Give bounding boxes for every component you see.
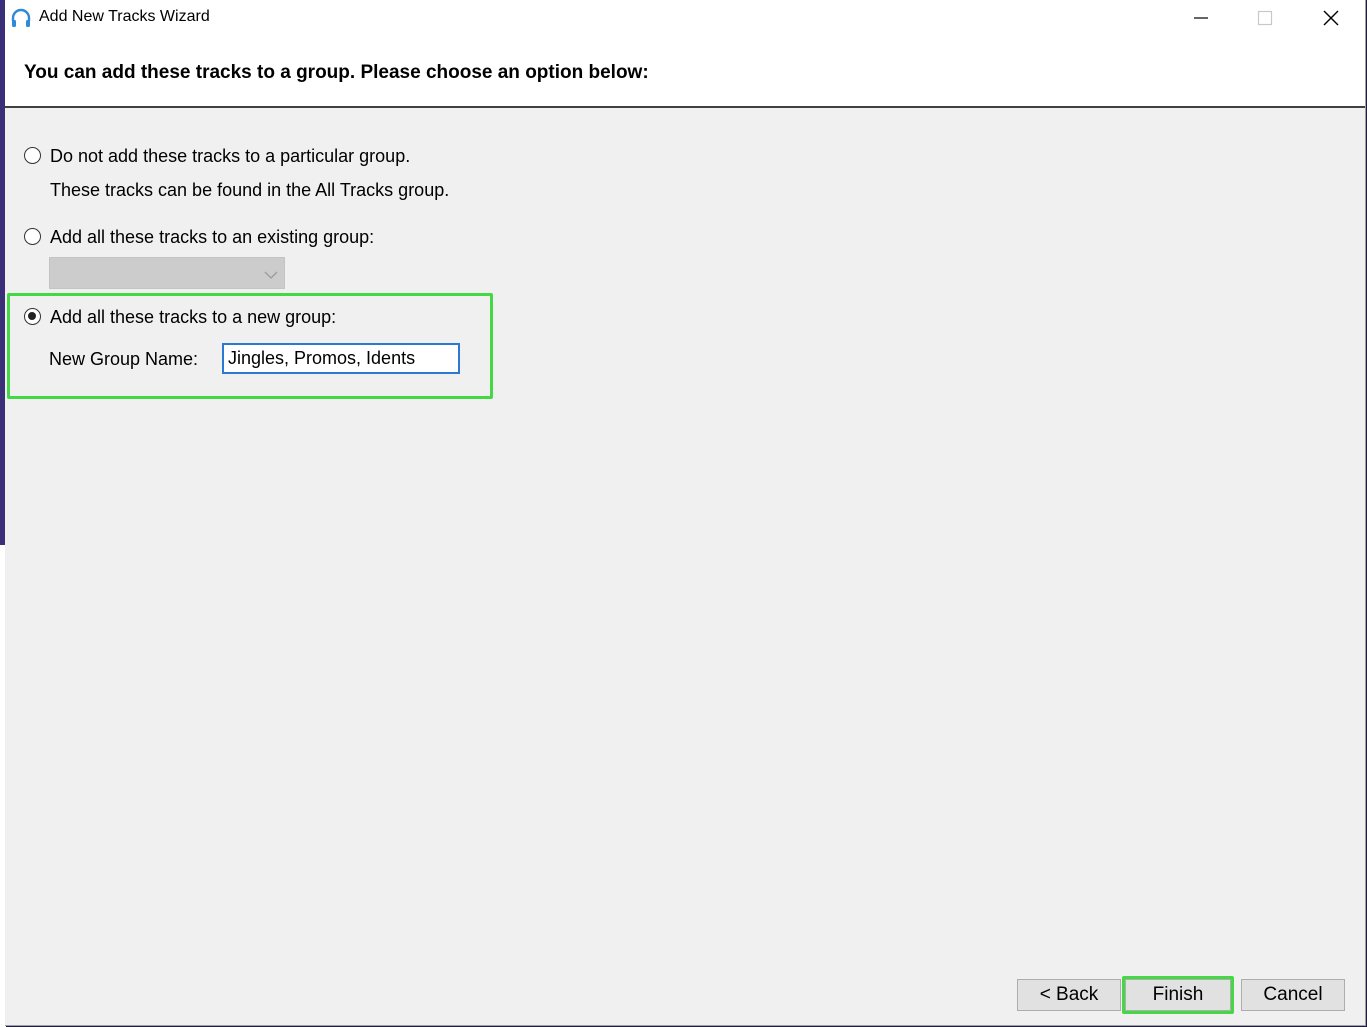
no-group-sublabel: These tracks can be found in the All Tra… [50,180,450,200]
close-button[interactable] [1299,0,1363,36]
new-group-radio[interactable] [24,308,41,325]
close-icon [1323,10,1339,26]
new-group-label[interactable]: Add all these tracks to a new group: [50,307,336,328]
existing-group-label[interactable]: Add all these tracks to an existing grou… [50,227,374,248]
no-group-label[interactable]: Do not add these tracks to a particular … [50,146,410,167]
title-bar[interactable]: Add New Tracks Wizard [5,0,1365,36]
finish-button[interactable]: Finish [1125,979,1231,1011]
wizard-window: Add New Tracks Wizard You can add these … [5,0,1366,1026]
minimize-button[interactable] [1169,0,1233,36]
back-button[interactable]: < Back [1017,979,1121,1011]
headphones-icon [9,6,33,30]
window-title: Add New Tracks Wizard [39,8,210,25]
maximize-button[interactable] [1233,0,1297,36]
no-group-radio[interactable] [24,147,41,164]
chevron-down-icon [264,267,278,285]
header-instruction: You can add these tracks to a group. Ple… [24,62,649,83]
minimize-icon [1194,17,1208,19]
maximize-icon [1257,10,1273,26]
existing-group-dropdown[interactable] [49,257,285,289]
new-group-name-label: New Group Name: [49,349,199,369]
cancel-button[interactable]: Cancel [1241,979,1345,1011]
wizard-header: You can add these tracks to a group. Ple… [5,36,1365,108]
new-group-name-input[interactable] [222,343,460,374]
existing-group-radio[interactable] [24,228,41,245]
